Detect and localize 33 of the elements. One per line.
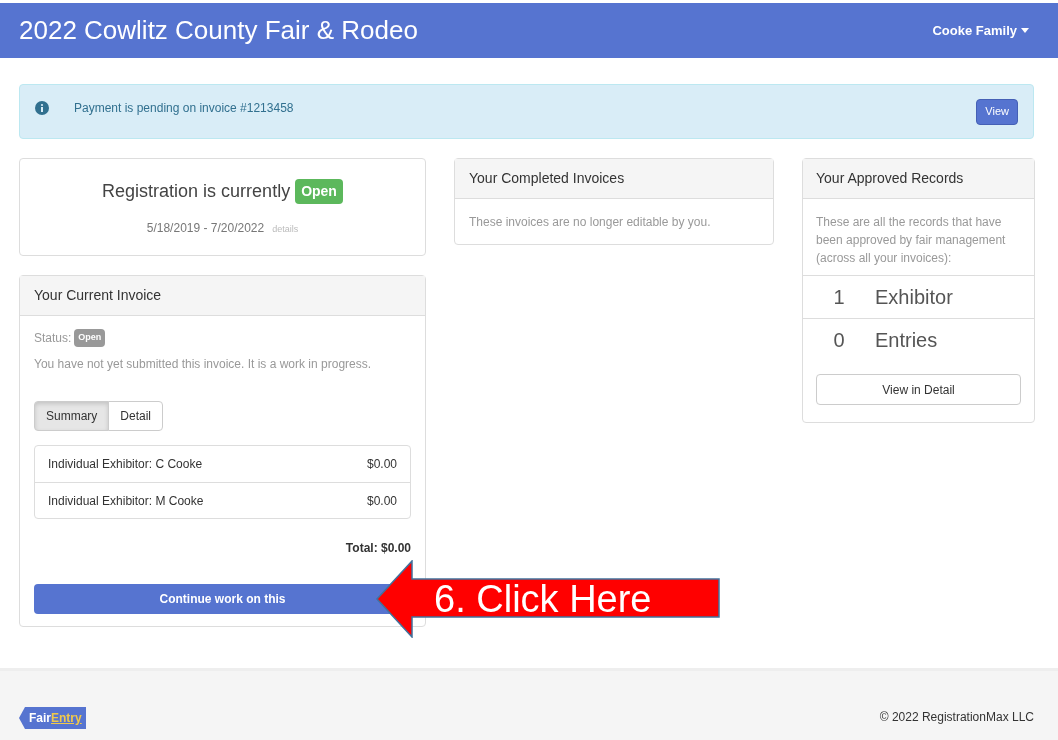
record-count: 1: [832, 285, 846, 310]
logo-text: Fair: [29, 710, 51, 727]
record-label: Entries: [875, 328, 938, 353]
status-badge: Open: [74, 329, 106, 347]
site-title: 2022 Cowlitz County Fair & Rodeo: [19, 14, 418, 47]
panel-text: These are all the records that have been approved by fair management (across all your invoices):: [815, 214, 1007, 267]
item-name: Individual Exhibitor: M Cooke: [48, 492, 204, 510]
caret-icon: [1021, 28, 1029, 33]
registration-text: Registration is currently: [102, 180, 291, 203]
item-name: Individual Exhibitor: C Cooke: [48, 456, 203, 473]
status-label: Status:: [34, 330, 72, 347]
panel-title: Your Completed Invoices: [469, 169, 625, 188]
status-badge: Open: [295, 179, 343, 204]
view-tab[interactable]: Detail: [108, 401, 164, 431]
record-count: 0: [832, 328, 846, 353]
view-button[interactable]: View: [976, 98, 1018, 125]
alert-message: Payment is pending on invoice #1213458: [74, 99, 294, 117]
info-icon: [35, 100, 49, 115]
panel-text: These invoices are no longer editable by you.: [468, 214, 712, 231]
callout-text: 6. Click Here: [434, 580, 652, 618]
view-tab[interactable]: Summary: [34, 401, 110, 431]
invoice-note: You have not yet submitted this invoice. It is a work in progress.: [34, 356, 373, 373]
copyright: © 2022 RegistrationMax LLC: [879, 709, 1034, 726]
item-amount: $0.00: [366, 456, 397, 473]
date-range: 5/18/2019 - 7/20/2022: [146, 220, 265, 237]
panel-title: Your Current Invoice: [34, 286, 162, 305]
invoice-total: Total: $0.00: [345, 540, 411, 557]
item-amount: $0.00: [366, 492, 397, 510]
user-menu[interactable]: Cooke Family: [932, 20, 1029, 41]
logo-text: Entry: [51, 710, 82, 727]
view-detail-button[interactable]: View in Detail: [816, 374, 1021, 405]
record-label: Exhibitor: [875, 285, 953, 310]
panel-title: Your Approved Records: [816, 169, 964, 188]
